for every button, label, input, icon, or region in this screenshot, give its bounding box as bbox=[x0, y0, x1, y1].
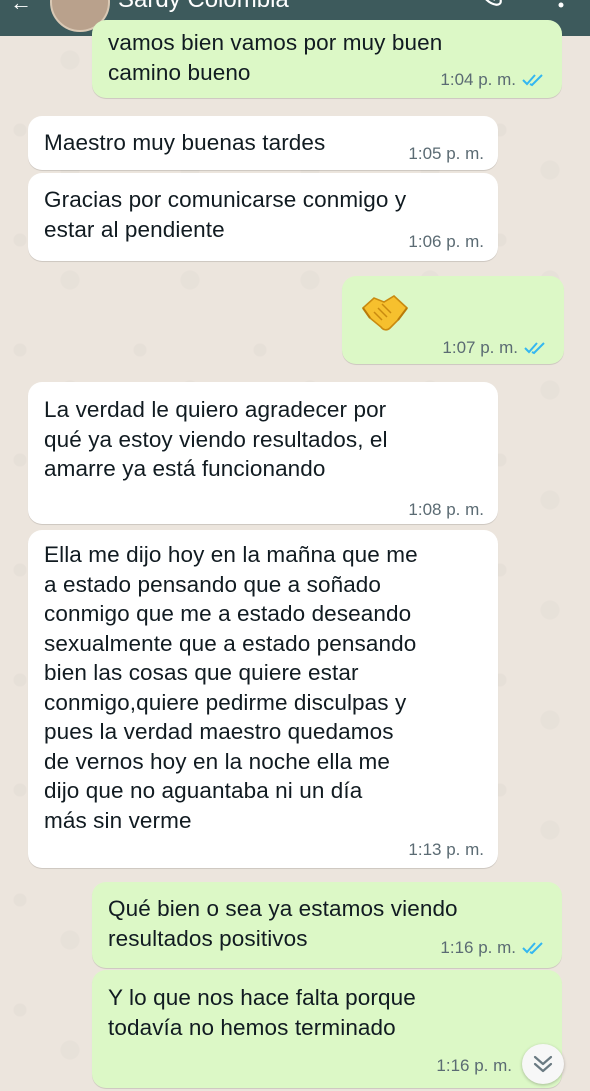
kebab-menu-icon[interactable] bbox=[556, 0, 566, 10]
message-text: La verdad le quiero agradecer por qué ya… bbox=[44, 397, 388, 481]
message-time: 1:08 p. m. bbox=[408, 500, 484, 519]
message-outgoing[interactable]: Y lo que nos hace falta porque todavía n… bbox=[92, 970, 562, 1088]
message-text: Maestro muy buenas tardes bbox=[44, 130, 326, 155]
double-check-icon bbox=[524, 342, 545, 355]
phone-icon[interactable] bbox=[478, 0, 504, 8]
message-incoming[interactable]: Gracias por comunicarse conmigo y estar … bbox=[28, 173, 498, 261]
double-check-icon bbox=[522, 942, 543, 955]
message-text: Qué bien o sea ya estamos viendo resulta… bbox=[108, 896, 458, 951]
message-text: Y lo que nos hace falta porque todavía n… bbox=[108, 985, 416, 1040]
message-time: 1:06 p. m. bbox=[408, 232, 484, 251]
message-time: 1:07 p. m. bbox=[442, 338, 518, 357]
message-time: 1:13 p. m. bbox=[408, 840, 484, 859]
double-chevron-down-icon bbox=[533, 1055, 553, 1073]
message-incoming[interactable]: Maestro muy buenas tardes 1:05 p. m. bbox=[28, 116, 498, 170]
message-incoming[interactable]: Ella me dijo hoy en la mañna que me a es… bbox=[28, 530, 498, 868]
message-outgoing[interactable]: 1:07 p. m. bbox=[342, 276, 564, 364]
message-time: 1:16 p. m. bbox=[436, 1056, 512, 1075]
message-meta: 1:04 p. m. bbox=[440, 70, 544, 90]
message-text: vamos bien vamos por muy buen camino bue… bbox=[108, 30, 443, 85]
message-time: 1:04 p. m. bbox=[440, 70, 516, 89]
back-arrow-icon[interactable]: ← bbox=[10, 0, 32, 16]
message-meta: 1:07 p. m. bbox=[442, 338, 546, 358]
double-check-icon bbox=[522, 74, 543, 87]
message-time: 1:16 p. m. bbox=[440, 938, 516, 957]
handshake-emoji bbox=[361, 295, 409, 331]
contact-name[interactable]: Sardy Colombia bbox=[118, 0, 289, 14]
scroll-to-bottom-button[interactable] bbox=[522, 1044, 564, 1084]
message-incoming[interactable]: La verdad le quiero agradecer por qué ya… bbox=[28, 382, 498, 524]
message-outgoing[interactable]: Qué bien o sea ya estamos viendo resulta… bbox=[92, 882, 562, 968]
message-meta: 1:16 p. m. bbox=[440, 938, 544, 958]
message-text: Ella me dijo hoy en la mañna que me a es… bbox=[44, 542, 418, 833]
message-time: 1:05 p. m. bbox=[408, 144, 484, 163]
message-meta: 1:16 p. m. bbox=[436, 1056, 512, 1076]
message-outgoing[interactable]: vamos bien vamos por muy buen camino bue… bbox=[92, 20, 562, 98]
message-text: Gracias por comunicarse conmigo y estar … bbox=[44, 187, 407, 242]
